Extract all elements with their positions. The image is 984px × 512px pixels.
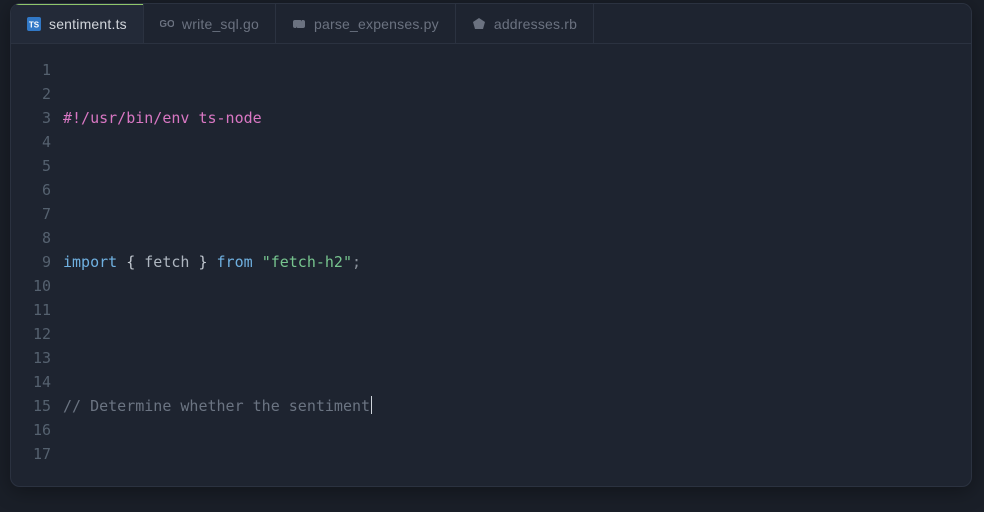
line-number: 3 (25, 106, 51, 130)
identifier-fetch: fetch (144, 253, 189, 271)
line-number: 5 (25, 154, 51, 178)
brace-close: } (189, 253, 216, 271)
line-number: 16 (25, 418, 51, 442)
tab-bar: TS sentiment.ts GO write_sql.go parse_ex… (11, 4, 971, 44)
line-number: 17 (25, 442, 51, 466)
line-number: 14 (25, 370, 51, 394)
svg-text:TS: TS (29, 20, 40, 29)
code-line-1: #!/usr/bin/env ts-node (63, 106, 372, 130)
shebang-token: #!/usr/bin/env ts-node (63, 109, 262, 127)
line-number: 8 (25, 226, 51, 250)
tab-parse-expenses-py[interactable]: parse_expenses.py (276, 4, 456, 43)
line-gutter: 1234567891011121314151617 (25, 58, 51, 466)
py-icon (292, 17, 306, 31)
line-number: 13 (25, 346, 51, 370)
keyword-import: import (63, 253, 117, 271)
svg-text:GO: GO (160, 19, 174, 30)
line-number: 4 (25, 130, 51, 154)
tab-addresses-rb[interactable]: addresses.rb (456, 4, 594, 43)
line-number: 7 (25, 202, 51, 226)
line-number: 1 (25, 58, 51, 82)
comment-token: // Determine whether the sentiment (63, 397, 370, 415)
tab-sentiment-ts[interactable]: TS sentiment.ts (11, 4, 144, 43)
line-number: 11 (25, 298, 51, 322)
code-content[interactable]: #!/usr/bin/env ts-node import { fetch } … (51, 58, 372, 466)
ts-icon: TS (27, 17, 41, 31)
rb-icon (472, 17, 486, 31)
line-number: 10 (25, 274, 51, 298)
line-number: 12 (25, 322, 51, 346)
code-line-3: import { fetch } from "fetch-h2"; (63, 250, 372, 274)
tab-label: sentiment.ts (49, 16, 127, 32)
line-number: 9 (25, 250, 51, 274)
line-number: 2 (25, 82, 51, 106)
string-module: "fetch-h2" (262, 253, 352, 271)
brace-open: { (117, 253, 144, 271)
tab-write-sql-go[interactable]: GO write_sql.go (144, 4, 276, 43)
code-area[interactable]: 1234567891011121314151617 #!/usr/bin/env… (11, 44, 971, 466)
line-number: 6 (25, 178, 51, 202)
semicolon: ; (352, 253, 361, 271)
code-line-2 (63, 178, 372, 202)
tab-label: write_sql.go (182, 16, 259, 32)
tab-label: parse_expenses.py (314, 16, 439, 32)
tab-label: addresses.rb (494, 16, 577, 32)
text-cursor (371, 396, 372, 414)
editor-window: TS sentiment.ts GO write_sql.go parse_ex… (10, 3, 972, 487)
keyword-from: from (217, 253, 253, 271)
line-number: 15 (25, 394, 51, 418)
go-icon: GO (160, 17, 174, 31)
code-line-5: // Determine whether the sentiment (63, 394, 372, 418)
code-line-4 (63, 322, 372, 346)
